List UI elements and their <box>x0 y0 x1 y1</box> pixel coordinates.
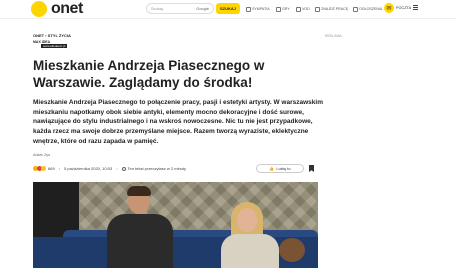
search-engine-label: Google <box>196 6 209 11</box>
source-tag[interactable]: www.elledecor.pl <box>41 44 68 48</box>
publish-date: 5 października 2020, 10:53 <box>64 166 113 171</box>
mail-label: POCZTA <box>396 6 412 10</box>
like-button[interactable]: 👍 Lubię to <box>256 164 304 173</box>
onet-logo[interactable]: onet <box>31 0 83 18</box>
reactions-count: 669 <box>48 166 55 171</box>
play-icon <box>296 6 301 12</box>
envelope-icon: ✉ <box>384 3 394 13</box>
photo-woman-head <box>237 208 257 232</box>
bookmark-icon[interactable] <box>309 165 314 172</box>
nav-item-sympatia[interactable]: SYMPATIA <box>246 5 270 13</box>
breadcrumb[interactable]: ONET › STYL ŻYCIA <box>33 33 71 38</box>
nav-label: GRY <box>282 7 290 11</box>
photo-man-hair <box>127 186 151 196</box>
like-label: Lubię to <box>276 166 291 171</box>
nav-item-gry[interactable]: GRY <box>276 5 290 13</box>
gamepad-icon <box>276 6 281 12</box>
separator: • <box>58 166 61 171</box>
search-input[interactable]: Szukaj Google <box>146 3 214 14</box>
nav-item-ogloszenia[interactable]: OGŁOSZENIA <box>353 5 382 13</box>
separator: • <box>116 166 118 171</box>
hamburger-menu-icon[interactable] <box>413 5 418 11</box>
search-placeholder: Szukaj <box>151 6 164 11</box>
search-button[interactable]: SZUKAJ <box>216 3 240 14</box>
heart-icon <box>246 6 251 12</box>
briefcase-icon <box>315 6 320 12</box>
article-lead: Mieszkanie Andrzeja Piasecznego to połąc… <box>33 99 323 145</box>
nav-label: VOD <box>302 7 310 11</box>
reading-time: Ten tekst przeczytasz w 2 minuty <box>127 166 187 171</box>
reactions[interactable]: 669 <box>33 166 55 171</box>
logo-dot-icon <box>31 1 47 17</box>
nav-item-praca[interactable]: ZNAJDŹ PRACĘ <box>315 5 348 13</box>
ad-label: REKLAMA <box>325 34 342 38</box>
logo-text: onet <box>51 0 83 17</box>
mail-button[interactable]: ✉ POCZTA <box>384 3 411 13</box>
top-bar: onet Szukaj Google SZUKAJ SYMPATIA GRY V… <box>0 0 456 19</box>
clock-icon <box>121 166 126 171</box>
article-meta: 669 • 5 października 2020, 10:53 • Ten t… <box>33 166 186 171</box>
thumb-up-icon: 👍 <box>269 166 275 171</box>
nav-label: SYMPATIA <box>252 7 270 11</box>
photo-woman-body <box>221 234 279 268</box>
photo-teddy-bear <box>279 238 305 262</box>
author-name[interactable]: Adam Zys <box>33 153 50 157</box>
photo-man-body <box>107 214 173 268</box>
article-photo <box>33 182 318 268</box>
nav-label: ZNAJDŹ PRACĘ <box>321 7 349 11</box>
nav-label: OGŁOSZENIA <box>359 7 383 11</box>
nav-item-vod[interactable]: VOD <box>296 5 310 13</box>
tag-icon <box>353 6 358 12</box>
reaction-emoji-icon <box>41 166 46 171</box>
article-title: Mieszkanie Andrzeja Piasecznego w Warsza… <box>33 58 265 90</box>
